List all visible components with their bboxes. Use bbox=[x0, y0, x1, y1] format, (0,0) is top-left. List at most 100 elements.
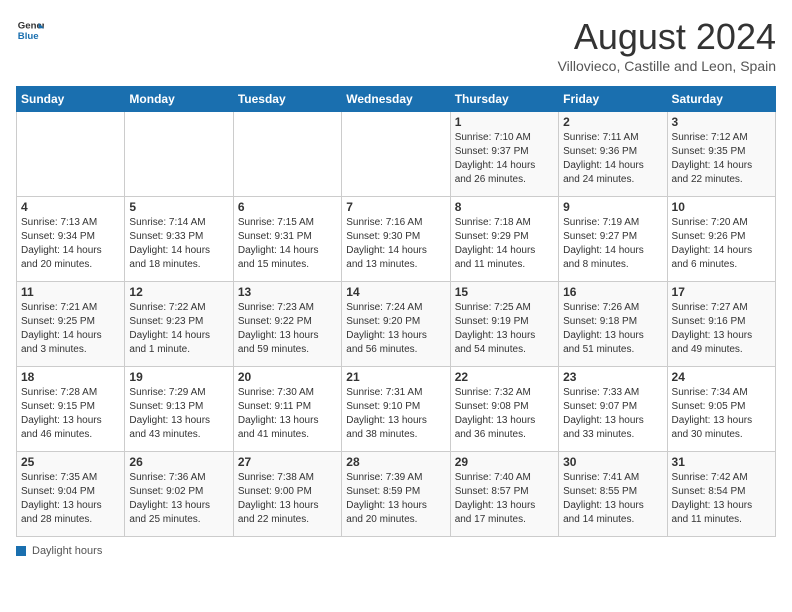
col-wednesday: Wednesday bbox=[342, 87, 450, 112]
day-info: Sunrise: 7:27 AMSunset: 9:16 PMDaylight:… bbox=[672, 301, 771, 357]
list-item: 21Sunrise: 7:31 AMSunset: 9:10 PMDayligh… bbox=[342, 367, 450, 452]
col-thursday: Thursday bbox=[450, 87, 558, 112]
day-info: Sunrise: 7:34 AMSunset: 9:05 PMDaylight:… bbox=[672, 386, 771, 442]
day-number: 16 bbox=[563, 285, 662, 299]
day-info: Sunrise: 7:36 AMSunset: 9:02 PMDaylight:… bbox=[129, 471, 228, 527]
table-row: 11 Sunrise: 7:21 AMSunset: 9:25 PMDayligh… bbox=[17, 282, 776, 367]
list-item: 11 Sunrise: 7:21 AMSunset: 9:25 PMDayligh… bbox=[17, 282, 125, 367]
daylight-label: Daylight hours bbox=[32, 545, 102, 557]
day-info: Sunrise: 7:24 AMSunset: 9:20 PMDaylight:… bbox=[346, 301, 445, 357]
day-number: 14 bbox=[346, 285, 445, 299]
col-tuesday: Tuesday bbox=[233, 87, 341, 112]
footer: Daylight hours bbox=[16, 545, 776, 557]
day-info: Sunrise: 7:35 AMSunset: 9:04 PMDaylight:… bbox=[21, 471, 120, 527]
day-info: Sunrise: 7:23 AMSunset: 9:22 PMDaylight:… bbox=[238, 301, 337, 357]
day-number: 1 bbox=[455, 115, 554, 129]
day-number: 19 bbox=[129, 370, 228, 384]
daylight-indicator bbox=[16, 546, 26, 556]
day-info: Sunrise: 7:41 AMSunset: 8:55 PMDaylight:… bbox=[563, 471, 662, 527]
table-row: 25 Sunrise: 7:35 AMSunset: 9:04 PMDayligh… bbox=[17, 452, 776, 537]
header-row: Sunday Monday Tuesday Wednesday Thursday… bbox=[17, 87, 776, 112]
table-row: 1 Sunrise: 7:10 AMSunset: 9:37 PMDaylight… bbox=[17, 112, 776, 197]
list-item: 10 Sunrise: 7:20 AMSunset: 9:26 PMDayligh… bbox=[667, 197, 775, 282]
day-info: Sunrise: 7:30 AMSunset: 9:11 PMDaylight:… bbox=[238, 386, 337, 442]
col-sunday: Sunday bbox=[17, 87, 125, 112]
day-number: 18 bbox=[21, 370, 120, 384]
list-item: 8 Sunrise: 7:18 AMSunset: 9:29 PMDaylight… bbox=[450, 197, 558, 282]
day-number: 10 bbox=[672, 200, 771, 214]
day-number: 31 bbox=[672, 455, 771, 469]
list-item: 16Sunrise: 7:26 AMSunset: 9:18 PMDayligh… bbox=[559, 282, 667, 367]
col-monday: Monday bbox=[125, 87, 233, 112]
list-item: 29 Sunrise: 7:40 AMSunset: 8:57 PMDayligh… bbox=[450, 452, 558, 537]
logo: General Blue bbox=[16, 16, 44, 44]
day-info: Sunrise: 7:31 AMSunset: 9:10 PMDaylight:… bbox=[346, 386, 445, 442]
day-info: Sunrise: 7:18 AMSunset: 9:29 PMDaylight:… bbox=[455, 216, 554, 272]
list-item bbox=[233, 112, 341, 197]
list-item: 2Sunrise: 7:11 AMSunset: 9:36 PMDaylight… bbox=[559, 112, 667, 197]
day-number: 28 bbox=[346, 455, 445, 469]
list-item: 9Sunrise: 7:19 AMSunset: 9:27 PMDaylight… bbox=[559, 197, 667, 282]
day-info: Sunrise: 7:40 AMSunset: 8:57 PMDaylight:… bbox=[455, 471, 554, 527]
list-item: 12 Sunrise: 7:22 AMSunset: 9:23 PMDayligh… bbox=[125, 282, 233, 367]
day-info: Sunrise: 7:39 AMSunset: 8:59 PMDaylight:… bbox=[346, 471, 445, 527]
list-item: 17 Sunrise: 7:27 AMSunset: 9:16 PMDayligh… bbox=[667, 282, 775, 367]
day-number: 27 bbox=[238, 455, 337, 469]
day-number: 4 bbox=[21, 200, 120, 214]
list-item: 6Sunrise: 7:15 AMSunset: 9:31 PMDaylight… bbox=[233, 197, 341, 282]
list-item: 3 Sunrise: 7:12 AMSunset: 9:35 PMDaylight… bbox=[667, 112, 775, 197]
table-row: 4 Sunrise: 7:13 AMSunset: 9:34 PMDaylight… bbox=[17, 197, 776, 282]
title-block: August 2024 Villovieco, Castille and Leo… bbox=[558, 16, 776, 74]
location-subtitle: Villovieco, Castille and Leon, Spain bbox=[558, 58, 776, 74]
list-item: 15 Sunrise: 7:25 AMSunset: 9:19 PMDayligh… bbox=[450, 282, 558, 367]
day-info: Sunrise: 7:12 AMSunset: 9:35 PMDaylight:… bbox=[672, 131, 771, 187]
day-info: Sunrise: 7:14 AMSunset: 9:33 PMDaylight:… bbox=[129, 216, 228, 272]
day-number: 25 bbox=[21, 455, 120, 469]
day-number: 15 bbox=[455, 285, 554, 299]
list-item: 27Sunrise: 7:38 AMSunset: 9:00 PMDayligh… bbox=[233, 452, 341, 537]
list-item: 20 Sunrise: 7:30 AMSunset: 9:11 PMDayligh… bbox=[233, 367, 341, 452]
day-number: 13 bbox=[238, 285, 337, 299]
day-number: 3 bbox=[672, 115, 771, 129]
list-item: 13 Sunrise: 7:23 AMSunset: 9:22 PMDayligh… bbox=[233, 282, 341, 367]
list-item: 14 Sunrise: 7:24 AMSunset: 9:20 PMDayligh… bbox=[342, 282, 450, 367]
list-item: 7Sunrise: 7:16 AMSunset: 9:30 PMDaylight… bbox=[342, 197, 450, 282]
list-item: 24 Sunrise: 7:34 AMSunset: 9:05 PMDayligh… bbox=[667, 367, 775, 452]
day-info: Sunrise: 7:22 AMSunset: 9:23 PMDaylight:… bbox=[129, 301, 228, 357]
day-number: 11 bbox=[21, 285, 120, 299]
day-number: 12 bbox=[129, 285, 228, 299]
day-number: 8 bbox=[455, 200, 554, 214]
day-number: 26 bbox=[129, 455, 228, 469]
list-item: 23 Sunrise: 7:33 AMSunset: 9:07 PMDayligh… bbox=[559, 367, 667, 452]
month-year-title: August 2024 bbox=[558, 16, 776, 58]
day-number: 17 bbox=[672, 285, 771, 299]
day-info: Sunrise: 7:10 AMSunset: 9:37 PMDaylight:… bbox=[455, 131, 554, 187]
list-item: 31 Sunrise: 7:42 AMSunset: 8:54 PMDayligh… bbox=[667, 452, 775, 537]
logo-icon: General Blue bbox=[16, 16, 44, 44]
day-number: 30 bbox=[563, 455, 662, 469]
day-number: 29 bbox=[455, 455, 554, 469]
day-info: Sunrise: 7:25 AMSunset: 9:19 PMDaylight:… bbox=[455, 301, 554, 357]
day-info: Sunrise: 7:32 AMSunset: 9:08 PMDaylight:… bbox=[455, 386, 554, 442]
day-number: 23 bbox=[563, 370, 662, 384]
day-number: 9 bbox=[563, 200, 662, 214]
day-info: Sunrise: 7:29 AMSunset: 9:13 PMDaylight:… bbox=[129, 386, 228, 442]
list-item: 19 Sunrise: 7:29 AMSunset: 9:13 PMDayligh… bbox=[125, 367, 233, 452]
svg-text:Blue: Blue bbox=[18, 31, 39, 42]
day-number: 22 bbox=[455, 370, 554, 384]
list-item: 26 Sunrise: 7:36 AMSunset: 9:02 PMDayligh… bbox=[125, 452, 233, 537]
day-info: Sunrise: 7:33 AMSunset: 9:07 PMDaylight:… bbox=[563, 386, 662, 442]
day-info: Sunrise: 7:11 AMSunset: 9:36 PMDaylight:… bbox=[563, 131, 662, 187]
day-info: Sunrise: 7:15 AMSunset: 9:31 PMDaylight:… bbox=[238, 216, 337, 272]
day-info: Sunrise: 7:20 AMSunset: 9:26 PMDaylight:… bbox=[672, 216, 771, 272]
col-saturday: Saturday bbox=[667, 87, 775, 112]
list-item: 5Sunrise: 7:14 AMSunset: 9:33 PMDaylight… bbox=[125, 197, 233, 282]
day-info: Sunrise: 7:42 AMSunset: 8:54 PMDaylight:… bbox=[672, 471, 771, 527]
day-number: 20 bbox=[238, 370, 337, 384]
day-number: 24 bbox=[672, 370, 771, 384]
day-info: Sunrise: 7:13 AMSunset: 9:34 PMDaylight:… bbox=[21, 216, 120, 272]
day-info: Sunrise: 7:21 AMSunset: 9:25 PMDaylight:… bbox=[21, 301, 120, 357]
list-item: 30 Sunrise: 7:41 AMSunset: 8:55 PMDayligh… bbox=[559, 452, 667, 537]
list-item: 1 Sunrise: 7:10 AMSunset: 9:37 PMDaylight… bbox=[450, 112, 558, 197]
list-item bbox=[17, 112, 125, 197]
